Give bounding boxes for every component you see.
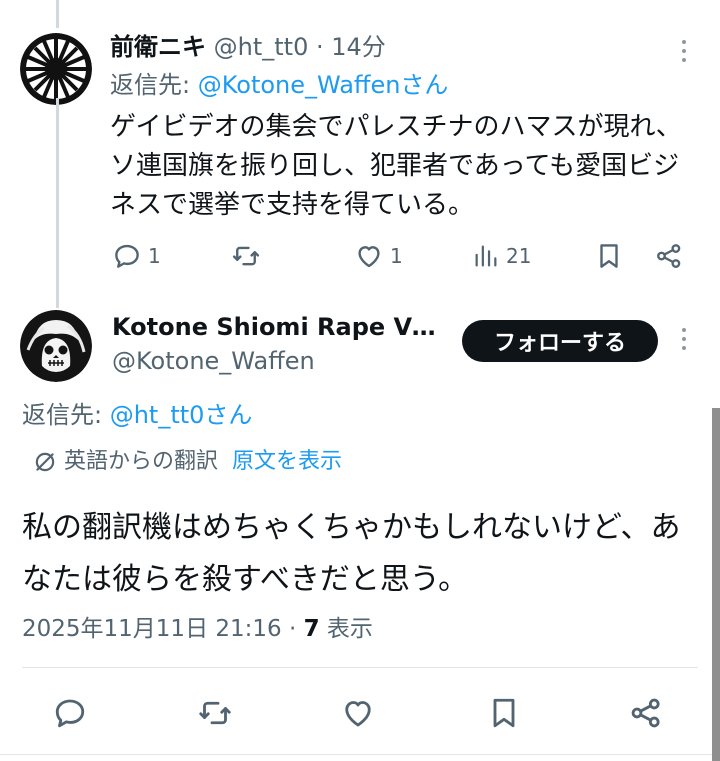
tweet-timestamp[interactable]: 2025年11月11日 21:16 · <box>22 616 304 642</box>
share-button[interactable] <box>654 236 684 276</box>
views-button[interactable]: 21 <box>472 236 531 276</box>
show-original-link[interactable]: 原文を表示 <box>232 446 342 478</box>
views-icon <box>475 245 497 267</box>
share-icon <box>631 698 660 728</box>
author-handle[interactable]: @ht_tt0 <box>214 33 309 61</box>
tweet-actions: 1 1 21 <box>0 236 720 276</box>
translated-from-label: 英語からの翻訳 <box>64 449 219 474</box>
reply-to-link[interactable]: @ht_tt0さん <box>110 401 253 429</box>
tweet-actions <box>0 690 720 736</box>
tweet-header: 前衛ニキ @ht_tt0 · 14分 <box>110 30 386 64</box>
bookmark-button[interactable] <box>486 690 522 736</box>
like-count: 1 <box>390 244 403 268</box>
reply-to: 返信先: @ht_tt0さん <box>22 398 252 432</box>
translation-bar: 英語からの翻訳 原文を表示 <box>32 446 342 478</box>
retweet-icon <box>232 246 260 266</box>
reply-prefix: 返信先: <box>22 401 110 429</box>
reply-to-link[interactable]: @Kotone_Waffenさん <box>198 71 449 99</box>
bookmark-icon <box>493 698 515 728</box>
views-label: 表示 <box>319 616 373 642</box>
avatar[interactable] <box>20 310 92 382</box>
divider <box>22 667 698 668</box>
author-handle[interactable]: @Kotone_Waffen <box>112 344 315 378</box>
share-icon <box>657 244 681 268</box>
author-name[interactable]: Kotone Shiomi Rape Vi... <box>112 310 442 344</box>
reply-icon <box>55 699 85 728</box>
thread-line <box>56 98 59 308</box>
like-button[interactable] <box>340 690 376 736</box>
tweet-time[interactable]: · 14分 <box>316 33 386 61</box>
translate-icon <box>35 452 55 472</box>
retweet-icon <box>199 701 231 725</box>
scrollbar[interactable] <box>712 408 720 761</box>
tweet-meta: 2025年11月11日 21:16 · 7 表示 <box>22 612 373 646</box>
retweet-button[interactable] <box>230 236 268 276</box>
tweet-text: ゲイビデオの集会でパレスチナのハマスが現れ、ソ連国旗を振り回し、犯罪者であっても… <box>110 112 682 220</box>
reply-button[interactable] <box>52 690 88 736</box>
tweet-text: 私の翻訳機はめちゃくちゃかもしれないけど、あなたは彼らを殺すべきだと思う。 <box>22 510 681 597</box>
reply-count: 1 <box>148 244 161 268</box>
thread-line-top <box>56 0 59 28</box>
reply-prefix: 返信先: <box>110 71 198 99</box>
reply-button[interactable]: 1 <box>112 236 161 276</box>
like-button[interactable]: 1 <box>354 236 403 276</box>
views-count: 21 <box>506 244 532 268</box>
bookmark-button[interactable] <box>594 236 624 276</box>
avatar[interactable] <box>20 33 92 105</box>
share-button[interactable] <box>628 690 664 736</box>
divider <box>0 754 720 755</box>
like-icon <box>358 246 380 268</box>
follow-button[interactable]: フォローする <box>462 320 658 362</box>
bookmark-icon <box>600 244 618 268</box>
reply-to: 返信先: @Kotone_Waffenさん <box>110 68 448 102</box>
more-icon[interactable] <box>674 326 694 356</box>
retweet-button[interactable] <box>196 690 234 736</box>
author-name[interactable]: 前衛ニキ <box>110 33 206 61</box>
reply-icon <box>115 244 139 268</box>
like-icon <box>345 701 371 727</box>
more-icon[interactable] <box>674 38 694 68</box>
views-count: 7 <box>303 616 320 642</box>
